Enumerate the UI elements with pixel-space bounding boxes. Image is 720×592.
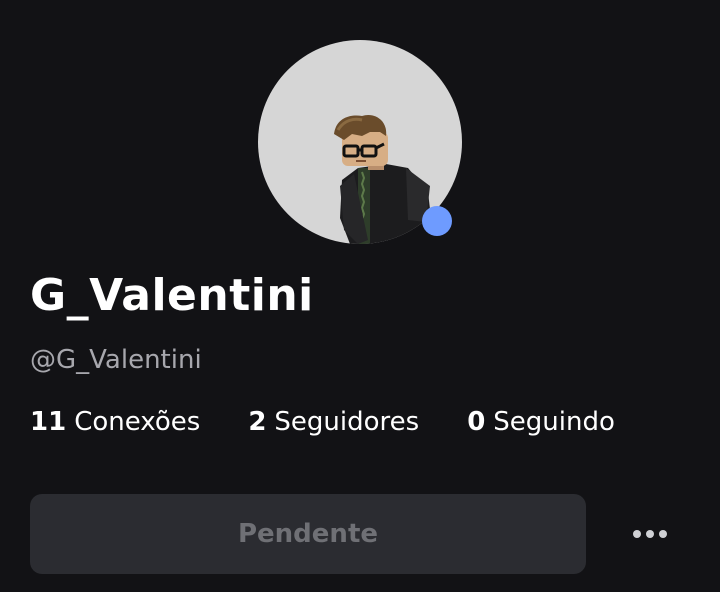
stat-followers-label: Seguidores [274,407,420,437]
stat-connections-count: 11 [30,407,67,437]
stat-connections-label: Conexões [74,407,201,437]
more-dot [659,530,667,538]
stat-followers[interactable]: 2 Seguidores [248,407,419,437]
stat-following-label: Seguindo [493,407,615,437]
avatar-container[interactable] [258,40,462,244]
stat-following[interactable]: 0 Seguindo [467,407,615,437]
stat-following-count: 0 [467,407,486,437]
display-name: G_Valentini [30,270,314,321]
pending-request-button[interactable]: Pendente [30,494,586,574]
stat-connections[interactable]: 11 Conexões [30,407,200,437]
stat-followers-count: 2 [248,407,267,437]
more-options-icon[interactable] [622,510,678,558]
more-dot [633,530,641,538]
online-status-indicator [422,206,452,236]
profile-stats: 11 Conexões 2 Seguidores 0 Seguindo [30,407,615,437]
profile-page: G_Valentini @G_Valentini 11 Conexões 2 S… [0,0,720,592]
username-handle: @G_Valentini [30,345,202,375]
more-dot [646,530,654,538]
